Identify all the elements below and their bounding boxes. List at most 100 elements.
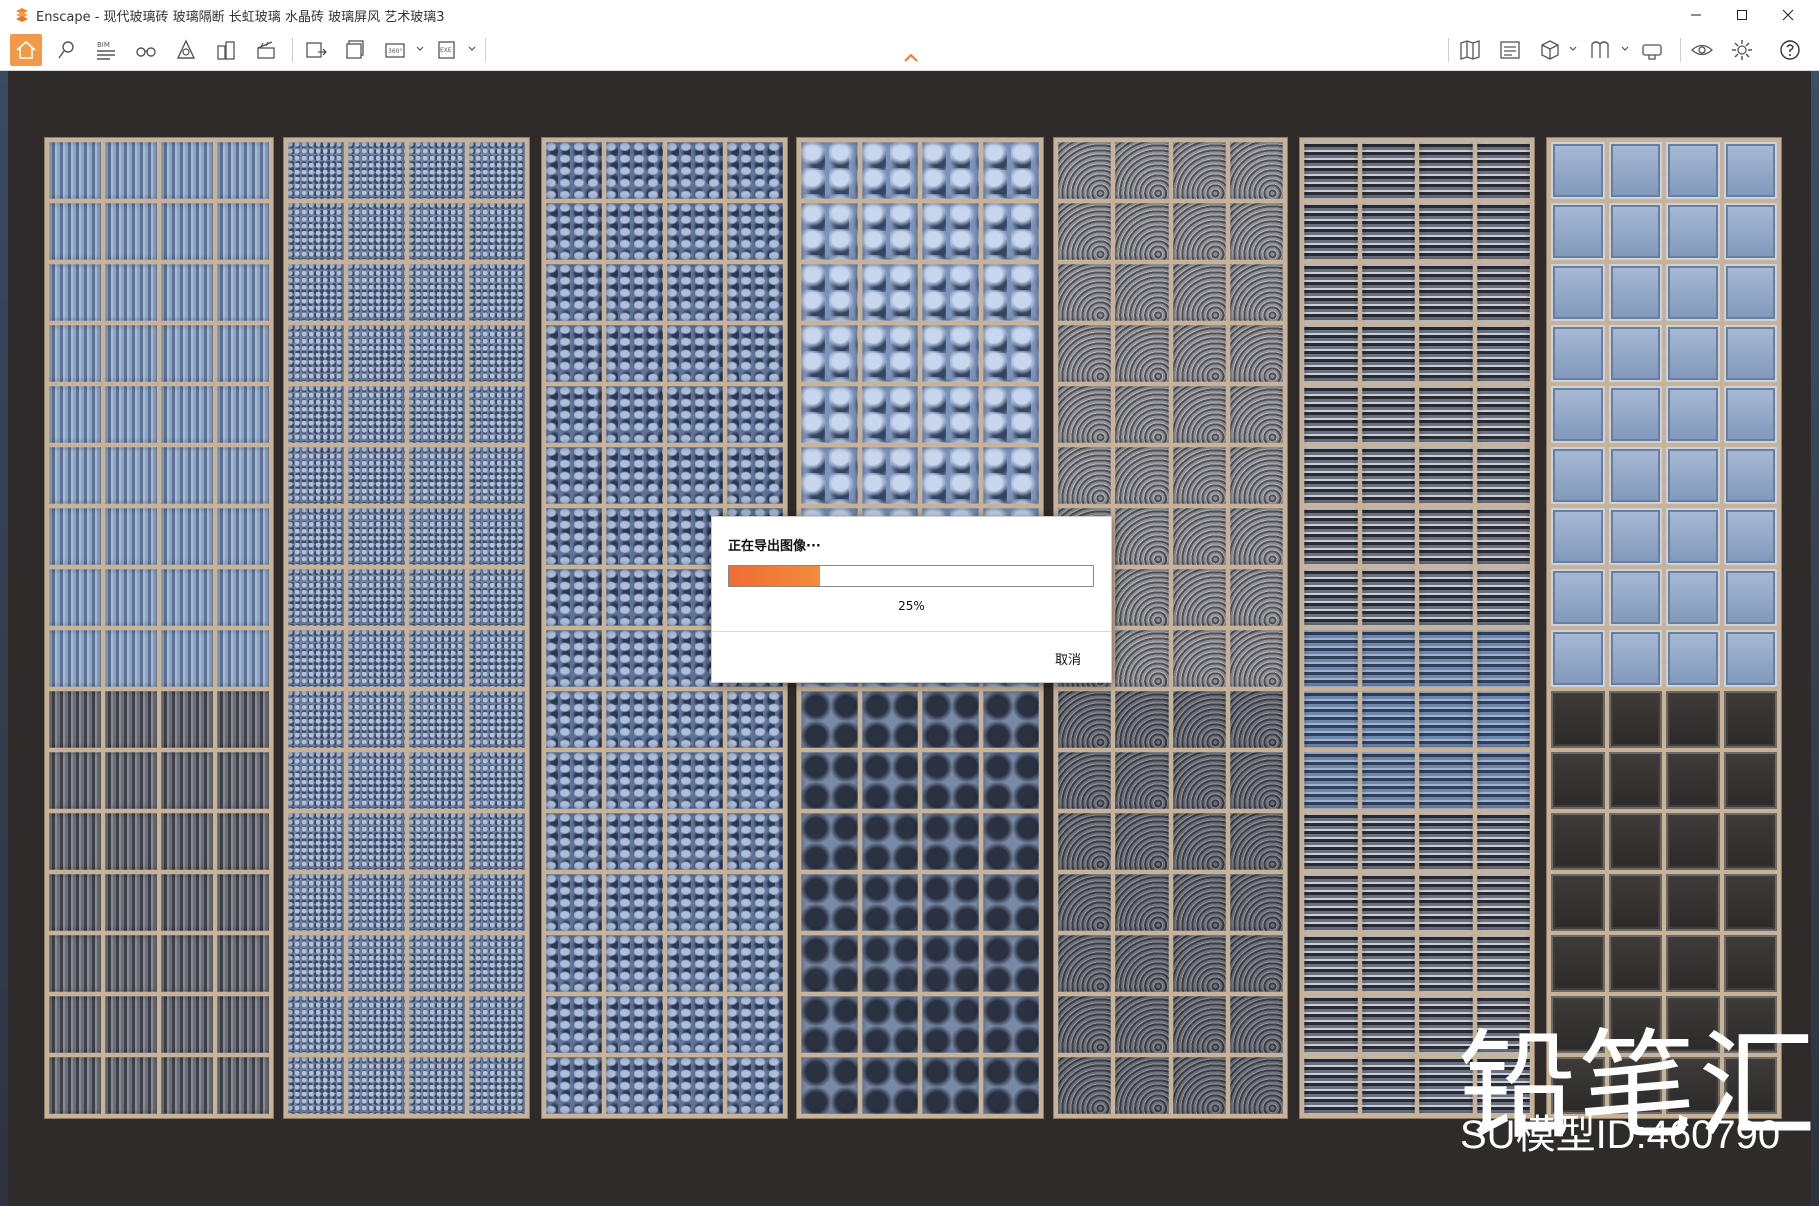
- home-button[interactable]: [10, 34, 42, 66]
- glass-brick-tile: [1608, 630, 1662, 687]
- glass-brick-tile: [982, 691, 1039, 748]
- glass-brick-tile: [348, 691, 405, 748]
- batch-render-button[interactable]: [340, 34, 372, 66]
- sheet-button[interactable]: [1494, 34, 1526, 66]
- map-button[interactable]: [1454, 34, 1486, 66]
- glass-brick-tile: [1666, 508, 1720, 565]
- glass-brick-tile: [1666, 874, 1720, 931]
- glass-brick-tile: [1172, 1057, 1226, 1114]
- atmosphere-button[interactable]: [170, 34, 202, 66]
- glass-brick-tile: [1666, 142, 1720, 199]
- glass-brick-tile: [1229, 874, 1283, 931]
- glass-brick-tile: [1361, 203, 1415, 260]
- glass-brick-tile: [1666, 691, 1720, 748]
- glass-brick-tile: [1304, 874, 1358, 931]
- glass-brick-tile: [922, 813, 979, 870]
- glass-brick-tile: [49, 142, 101, 199]
- glass-brick-tile: [348, 142, 405, 199]
- glass-brick-tile: [288, 630, 345, 687]
- window-title: Enscape - 现代玻璃砖 玻璃隔断 长虹玻璃 水晶砖 玻璃屏风 艺术玻璃3: [36, 10, 445, 25]
- glass-brick-tile: [1476, 203, 1530, 260]
- glass-brick-tile: [1229, 996, 1283, 1053]
- glass-brick-tile: [1723, 630, 1777, 687]
- glass-brick-tile: [1172, 935, 1226, 992]
- glass-brick-tile: [1608, 325, 1662, 382]
- glass-brick-tile: [922, 996, 979, 1053]
- glass-brick-tile: [1666, 447, 1720, 504]
- location-pin-button[interactable]: [50, 34, 82, 66]
- glass-brick-tile: [288, 569, 345, 626]
- glass-brick-tile: [1058, 325, 1112, 382]
- glass-brick-tile: [801, 142, 858, 199]
- glass-brick-tile: [1419, 569, 1473, 626]
- chevron-down-icon[interactable]: [415, 44, 425, 54]
- glass-brick-tile: [105, 1057, 157, 1114]
- glass-brick-tile: [408, 935, 465, 992]
- glass-brick-tile: [1666, 325, 1720, 382]
- glass-brick-tile: [1608, 203, 1662, 260]
- glass-brick-tile: [49, 569, 101, 626]
- glass-brick-tile: [1361, 691, 1415, 748]
- glass-brick-tile: [1229, 447, 1283, 504]
- glass-brick-tile: [726, 203, 783, 260]
- glass-brick-tile: [1608, 264, 1662, 321]
- glass-brick-tile: [982, 386, 1039, 443]
- vr-headset-button[interactable]: [1636, 34, 1668, 66]
- glass-brick-tile: [1304, 813, 1358, 870]
- cube-button[interactable]: [1534, 34, 1566, 66]
- glass-brick-tile: [1172, 691, 1226, 748]
- panorama-button[interactable]: 360°: [380, 34, 412, 66]
- glass-brick-tile: [1304, 142, 1358, 199]
- mirror-button[interactable]: [1584, 34, 1616, 66]
- glass-brick-tile: [408, 874, 465, 931]
- exe-export-button[interactable]: EXE: [432, 34, 464, 66]
- glass-brick-tile: [982, 447, 1039, 504]
- cancel-button[interactable]: 取消: [1055, 649, 1081, 668]
- glass-brick-tile: [1058, 142, 1112, 199]
- glass-brick-tile: [1304, 1057, 1358, 1114]
- glass-brick-tile: [49, 508, 101, 565]
- chevron-down-icon[interactable]: [467, 44, 477, 54]
- glass-brick-tile: [49, 1057, 101, 1114]
- views-button[interactable]: [130, 34, 162, 66]
- glass-brick-tile: [1058, 386, 1112, 443]
- vr-headset-icon: [1642, 44, 1662, 60]
- glass-brick-tile: [546, 691, 603, 748]
- settings-button[interactable]: [1726, 34, 1758, 66]
- glass-brick-tile: [217, 447, 269, 504]
- dialog-divider: [712, 631, 1111, 632]
- minimize-button[interactable]: [1673, 0, 1719, 30]
- glass-brick-tile: [726, 691, 783, 748]
- glass-brick-tile: [1608, 874, 1662, 931]
- glass-brick-tile: [922, 203, 979, 260]
- close-button[interactable]: [1765, 0, 1811, 30]
- video-button[interactable]: [250, 34, 282, 66]
- cube-icon: [1541, 40, 1559, 60]
- maximize-button[interactable]: [1719, 0, 1765, 30]
- glass-brick-tile: [348, 203, 405, 260]
- help-button[interactable]: [1774, 34, 1806, 66]
- glass-brick-tile: [1115, 935, 1169, 992]
- glass-brick-tile: [801, 752, 858, 809]
- glass-brick-tile: [348, 447, 405, 504]
- glass-brick-tile: [348, 996, 405, 1053]
- assets-button[interactable]: [210, 34, 242, 66]
- binoculars-icon: [136, 47, 156, 57]
- visibility-button[interactable]: [1686, 34, 1718, 66]
- glass-brick-tile: [1723, 691, 1777, 748]
- glass-brick-tile: [982, 935, 1039, 992]
- glass-brick-tile: [105, 996, 157, 1053]
- glass-brick-tile: [861, 1057, 918, 1114]
- glass-brick-tile: [982, 1057, 1039, 1114]
- glass-brick-grid: [1304, 142, 1530, 1114]
- export-image-button[interactable]: [300, 34, 332, 66]
- collapse-toolbar-chevron-icon[interactable]: [902, 52, 920, 64]
- glass-brick-tile: [1608, 569, 1662, 626]
- bim-button[interactable]: BIM: [90, 34, 122, 66]
- chevron-down-icon[interactable]: [1568, 44, 1578, 54]
- glass-brick-tile: [1304, 386, 1358, 443]
- close-icon: [1782, 9, 1794, 21]
- chevron-down-icon[interactable]: [1620, 44, 1630, 54]
- progress-bar: [728, 565, 1094, 587]
- glass-brick-tile: [348, 1057, 405, 1114]
